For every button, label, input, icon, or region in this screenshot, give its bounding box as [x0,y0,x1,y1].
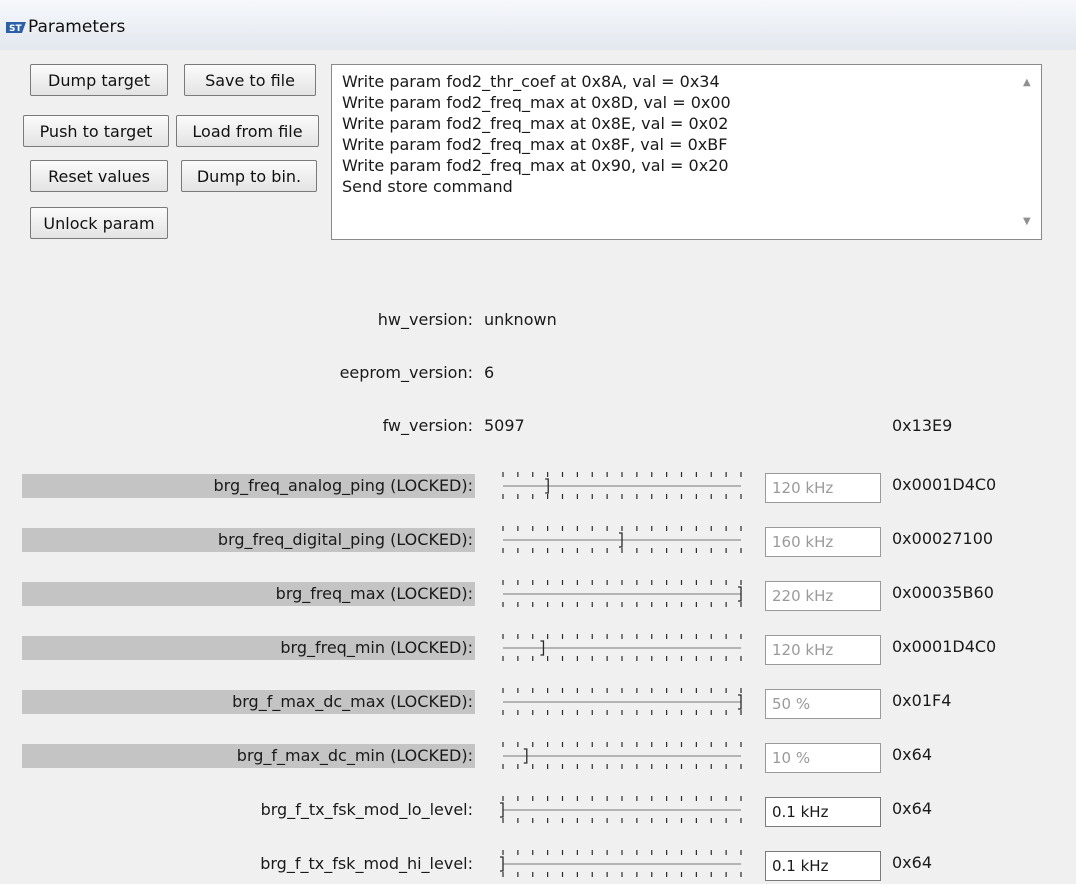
param-slider[interactable] [497,628,747,668]
hex-value: 0x01F4 [892,691,952,710]
param-label: brg_freq_analog_ping (LOCKED): [213,476,474,495]
param-label: brg_f_tx_fsk_mod_hi_level: [260,854,473,873]
slider-thumb[interactable] [500,802,504,818]
param-label: brg_f_tx_fsk_mod_lo_level: [260,800,473,819]
hex-value: 0x0001D4C0 [892,475,997,494]
param-slider[interactable] [497,790,747,830]
param-value-field[interactable]: 0.1 kHz [765,797,881,827]
log-line: Write param fod2_freq_max at 0x8F, val =… [342,135,728,154]
param-slider[interactable] [497,736,747,776]
hex-value: 0x13E9 [892,416,953,435]
param-slider[interactable] [497,844,747,884]
param-value-field: 120 kHz [765,473,881,503]
log-line: Send store command [342,177,513,196]
param-value-field: 160 kHz [765,527,881,557]
info-label: hw_version: [377,310,473,329]
info-value: 5097 [484,416,525,435]
save-to-file-button[interactable]: Save to file [184,64,316,96]
log-output[interactable]: Write param fod2_thr_coef at 0x8A, val =… [331,64,1042,240]
unlock-param-button[interactable]: Unlock param [30,207,168,239]
param-slider[interactable] [497,520,747,560]
log-line: Write param fod2_thr_coef at 0x8A, val =… [342,72,720,91]
info-value: unknown [484,310,557,329]
param-label: brg_freq_min (LOCKED): [280,638,473,657]
dump-target-button[interactable]: Dump target [30,64,168,96]
svg-text:ST: ST [9,24,22,34]
log-line: Write param fod2_freq_max at 0x90, val =… [342,156,729,175]
hex-value: 0x0001D4C0 [892,637,997,656]
param-label: brg_freq_digital_ping (LOCKED): [217,530,473,549]
hex-value: 0x64 [892,799,933,818]
hex-value: 0x00027100 [892,529,994,548]
window-title: Parameters [28,17,126,37]
param-slider[interactable] [497,466,747,506]
log-line: Write param fod2_freq_max at 0x8D, val =… [342,93,731,112]
reset-values-button[interactable]: Reset values [30,160,168,192]
info-label: eeprom_version: [339,363,473,382]
info-label: fw_version: [382,416,473,435]
hex-value: 0x64 [892,853,933,872]
param-value-field: 10 % [765,743,881,773]
param-value-field[interactable]: 0.1 kHz [765,851,881,881]
info-value: 6 [484,363,495,382]
param-value-field: 220 kHz [765,581,881,611]
push-to-target-button[interactable]: Push to target [23,115,169,147]
param-value-field: 50 % [765,689,881,719]
dump-to-bin-button[interactable]: Dump to bin. [181,160,317,192]
param-slider[interactable] [497,574,747,614]
log-line: Write param fod2_freq_max at 0x8E, val =… [342,114,729,133]
scroll-down-arrow-icon[interactable]: ▼ [1023,216,1031,227]
scroll-up-arrow-icon[interactable]: ▲ [1023,77,1031,88]
slider-thumb[interactable] [500,856,504,872]
param-label: brg_f_max_dc_min (LOCKED): [236,746,473,765]
param-label: brg_f_max_dc_max (LOCKED): [232,692,473,711]
load-from-file-button[interactable]: Load from file [176,115,319,147]
log-lines: Write param fod2_thr_coef at 0x8A, val =… [342,71,1009,197]
hex-value: 0x00035B60 [892,583,994,602]
title-bar: ST Parameters [0,0,1076,50]
param-slider[interactable] [497,682,747,722]
param-label: brg_freq_max (LOCKED): [275,584,473,603]
hex-value: 0x64 [892,745,933,764]
st-logo-icon: ST [6,22,26,34]
param-value-field: 120 kHz [765,635,881,665]
log-scrollbar[interactable]: ▲ ▼ [1017,65,1041,239]
